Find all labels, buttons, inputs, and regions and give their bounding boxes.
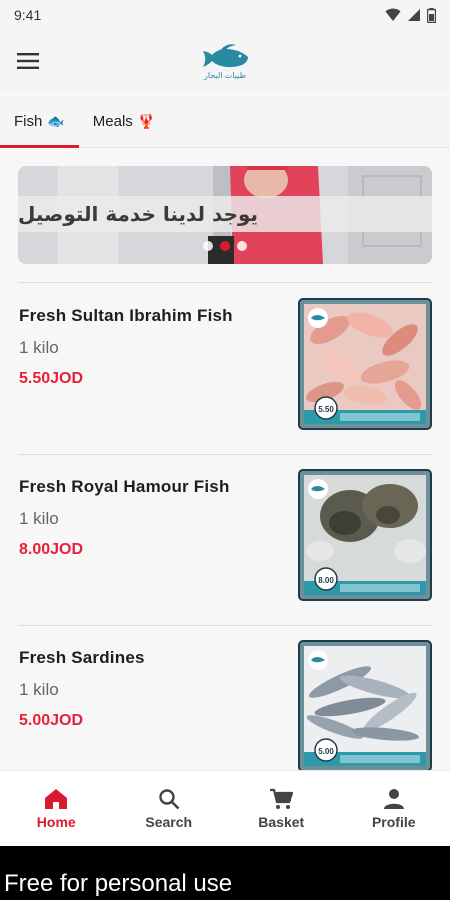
product-list[interactable]: يوجد لدينا خدمة التوصيل Fresh Sultan Ibr… bbox=[0, 150, 450, 770]
watermark-text: Free for personal use bbox=[4, 870, 233, 897]
watermark-bar: Free for personal use bbox=[0, 846, 450, 900]
bottom-navigation: Home Search Basket Profile bbox=[0, 770, 450, 846]
product-card-sultan-ibrahim[interactable]: Fresh Sultan Ibrahim Fish 1 kilo 5.50JOD bbox=[0, 286, 450, 456]
sardines-image[interactable]: 5.00 bbox=[298, 640, 432, 770]
product-card-royal-hamour[interactable]: Fresh Royal Hamour Fish 1 kilo 8.00JOD 8… bbox=[0, 457, 450, 627]
tab-meals-label: Meals bbox=[92, 113, 133, 130]
fish-icon: 🐟 bbox=[47, 113, 65, 129]
battery-icon bbox=[427, 7, 436, 23]
tab-meals[interactable]: Meals 🦞 bbox=[79, 96, 169, 147]
divider bbox=[18, 625, 432, 626]
product-name: Fresh Sultan Ibrahim Fish bbox=[19, 306, 233, 325]
logo-text: طيبات البحار bbox=[204, 70, 246, 80]
banner-dot-active[interactable] bbox=[220, 241, 230, 251]
divider bbox=[18, 454, 432, 455]
banner-dot[interactable] bbox=[237, 241, 247, 251]
nav-profile[interactable]: Profile bbox=[338, 771, 450, 846]
product-card-sardines[interactable]: Fresh Sardines 1 kilo 5.00JOD 5.00 bbox=[0, 628, 450, 770]
nav-home-label: Home bbox=[36, 813, 76, 830]
app-bar: طيبات البحار bbox=[0, 30, 450, 92]
banner-text: يوجد لدينا خدمة التوصيل bbox=[18, 196, 432, 232]
home-icon bbox=[45, 788, 68, 809]
product-quantity: 1 kilo bbox=[19, 338, 59, 357]
product-price: 5.50JOD bbox=[19, 370, 84, 387]
sultan-ibrahim-fish-image[interactable]: 5.50 bbox=[298, 298, 432, 430]
image-price-badge: 5.50 bbox=[318, 405, 334, 414]
product-quantity: 1 kilo bbox=[19, 509, 59, 528]
nav-profile-label: Profile bbox=[371, 813, 416, 830]
promo-banner[interactable]: يوجد لدينا خدمة التوصيل bbox=[18, 166, 432, 264]
product-price: 5.00JOD bbox=[19, 712, 84, 729]
tab-fish-label: Fish bbox=[14, 113, 43, 130]
status-time: 9:41 bbox=[14, 7, 42, 23]
nav-basket-label: Basket bbox=[258, 813, 305, 830]
category-tabs: Fish 🐟 Meals 🦞 bbox=[0, 96, 450, 148]
image-price-badge: 8.00 bbox=[318, 576, 334, 585]
divider bbox=[18, 282, 432, 283]
fish-logo-icon bbox=[203, 43, 248, 67]
person-icon bbox=[383, 788, 404, 809]
product-quantity: 1 kilo bbox=[19, 680, 59, 699]
banner-pagination bbox=[203, 241, 247, 251]
search-icon bbox=[159, 788, 180, 809]
status-icons bbox=[385, 7, 436, 23]
hamburger-menu-icon bbox=[17, 53, 39, 69]
nav-search-label: Search bbox=[145, 813, 193, 830]
nav-search[interactable]: Search bbox=[113, 771, 226, 846]
signal-icon bbox=[408, 9, 420, 21]
menu-button[interactable] bbox=[0, 33, 56, 89]
product-name: Fresh Royal Hamour Fish bbox=[19, 477, 230, 496]
tab-fish[interactable]: Fish 🐟 bbox=[0, 96, 79, 148]
cart-icon bbox=[270, 788, 294, 809]
banner-dot[interactable] bbox=[203, 241, 213, 251]
product-name: Fresh Sardines bbox=[19, 648, 145, 667]
wifi-icon bbox=[385, 8, 401, 21]
royal-hamour-fish-image[interactable]: 8.00 bbox=[298, 469, 432, 601]
status-bar: 9:41 bbox=[0, 0, 450, 30]
image-price-badge: 5.00 bbox=[318, 747, 334, 756]
lobster-icon: 🦞 bbox=[137, 113, 156, 129]
app-logo: طيبات البحار bbox=[195, 38, 255, 84]
product-price: 8.00JOD bbox=[19, 541, 84, 558]
nav-home[interactable]: Home bbox=[0, 771, 113, 846]
nav-basket[interactable]: Basket bbox=[225, 771, 338, 846]
